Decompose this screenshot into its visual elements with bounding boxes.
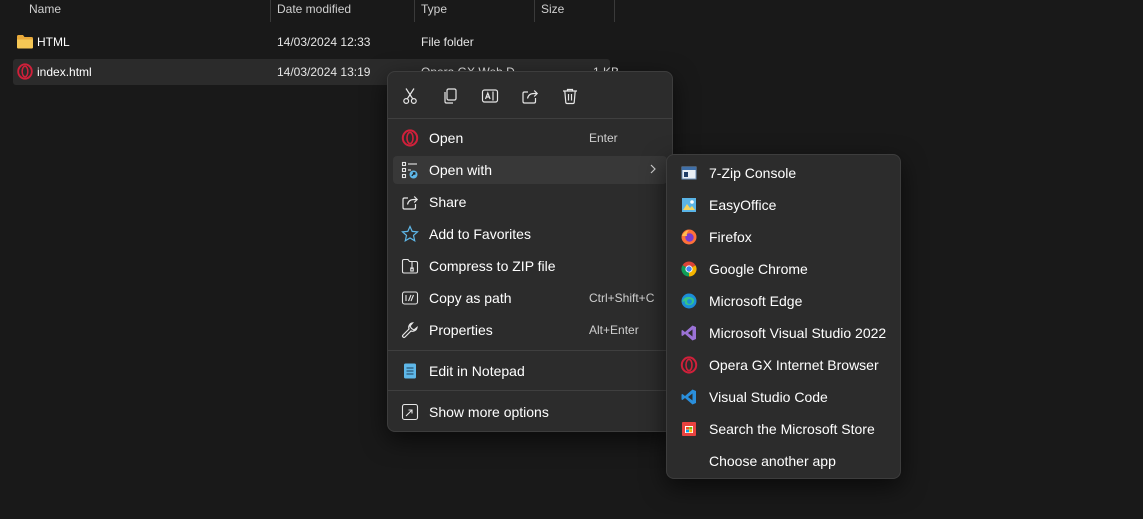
7zip-console-icon [681,166,697,180]
submenu-item-visual-studio-2022[interactable]: Microsoft Visual Studio 2022 [671,318,896,348]
file-name: index.html [37,65,92,79]
visual-studio-icon [681,325,696,341]
column-divider[interactable] [614,0,615,22]
menu-item-share[interactable]: Share [393,188,667,216]
submenu-item-easyoffice[interactable]: EasyOffice [671,190,896,220]
file-type: File folder [421,35,474,49]
submenu-item-label: EasyOffice [709,197,777,213]
context-menu: Open Enter Open with Share Add to Favori… [387,71,673,432]
copy-button[interactable] [433,83,467,109]
file-date: 14/03/2024 12:33 [277,35,371,49]
menu-item-label: Share [429,194,467,210]
submenu-item-firefox[interactable]: Firefox [671,222,896,252]
column-divider[interactable] [414,0,415,22]
column-header-type[interactable]: Type [421,2,447,16]
star-icon [401,225,419,243]
submenu-item-microsoft-store[interactable]: Search the Microsoft Store [671,414,896,444]
menu-item-shortcut: Alt+Enter [589,323,639,337]
menu-item-label: Open with [429,162,493,178]
file-date: 14/03/2024 13:19 [277,65,371,79]
menu-item-label: Show more options [429,404,549,420]
menu-item-add-to-favorites[interactable]: Add to Favorites [393,220,667,248]
delete-button[interactable] [553,83,587,109]
submenu-item-label: Choose another app [709,453,836,469]
submenu-item-google-chrome[interactable]: Google Chrome [671,254,896,284]
submenu-item-vscode[interactable]: Visual Studio Code [671,382,896,412]
submenu-item-opera-gx[interactable]: Opera GX Internet Browser [671,350,896,380]
menu-item-compress-zip[interactable]: Compress to ZIP file [393,252,667,280]
menu-item-properties[interactable]: Properties Alt+Enter [393,316,667,344]
share-button[interactable] [513,83,547,109]
column-header-date-modified[interactable]: Date modified [277,2,351,16]
menu-item-open-with[interactable]: Open with [393,156,667,184]
scissors-icon [403,88,417,105]
open-with-submenu: 7-Zip Console EasyOffice Firefox Google … [666,154,901,479]
menu-divider [388,390,672,391]
file-name: HTML [37,35,70,49]
menu-item-label: Open [429,130,464,146]
menu-item-label: Properties [429,322,493,338]
submenu-item-label: Microsoft Edge [709,293,803,309]
zip-folder-icon [401,258,419,274]
share-icon [522,90,539,104]
menu-item-copy-as-path[interactable]: Copy as path Ctrl+Shift+C [393,284,667,312]
column-header-name[interactable]: Name [29,2,61,16]
column-divider[interactable] [534,0,535,22]
wrench-icon [402,322,418,338]
chevron-right-icon [650,164,656,174]
share-icon [402,196,419,210]
menu-item-shortcut: Ctrl+Shift+C [589,291,655,305]
menu-item-open[interactable]: Open Enter [393,124,667,152]
copy-path-icon [401,291,419,305]
menu-divider [388,350,672,351]
rename-button[interactable] [473,83,507,109]
chrome-icon [681,261,697,277]
menu-item-label: Compress to ZIP file [429,258,556,274]
column-header-size[interactable]: Size [541,2,564,16]
column-headers: Name Date modified Type Size [0,0,620,22]
menu-item-shortcut: Enter [589,131,618,145]
edge-icon [681,293,697,309]
submenu-item-label: Opera GX Internet Browser [709,357,879,373]
opera-gx-icon [17,63,33,80]
vscode-icon [681,389,696,405]
submenu-item-label: Visual Studio Code [709,389,828,405]
cut-button[interactable] [393,83,427,109]
menu-divider [388,118,672,119]
submenu-item-label: Search the Microsoft Store [709,421,875,437]
firefox-icon [681,229,697,245]
menu-item-label: Copy as path [429,290,512,306]
submenu-item-label: Firefox [709,229,752,245]
notepad-icon [404,363,416,379]
trash-icon [563,88,577,105]
submenu-item-label: Google Chrome [709,261,808,277]
rename-icon [481,89,499,103]
opera-gx-icon [401,129,419,147]
submenu-item-label: 7-Zip Console [709,165,797,181]
column-divider[interactable] [270,0,271,22]
opera-gx-icon [680,356,698,374]
show-more-icon [401,403,419,421]
submenu-item-microsoft-edge[interactable]: Microsoft Edge [671,286,896,316]
easyoffice-icon [682,198,696,212]
menu-item-edit-in-notepad[interactable]: Edit in Notepad [393,357,667,385]
submenu-item-7zip-console[interactable]: 7-Zip Console [671,158,896,188]
menu-item-label: Add to Favorites [429,226,531,242]
menu-item-show-more-options[interactable]: Show more options [393,398,667,426]
ms-store-icon [682,422,696,436]
copy-icon [444,88,457,104]
folder-icon [17,35,33,49]
menu-item-label: Edit in Notepad [429,363,525,379]
submenu-item-label: Microsoft Visual Studio 2022 [709,325,887,341]
submenu-item-choose-another-app[interactable]: Choose another app [671,446,896,476]
file-row-html-folder[interactable]: HTML 14/03/2024 12:33 File folder [13,29,610,55]
open-with-icon [401,161,418,179]
